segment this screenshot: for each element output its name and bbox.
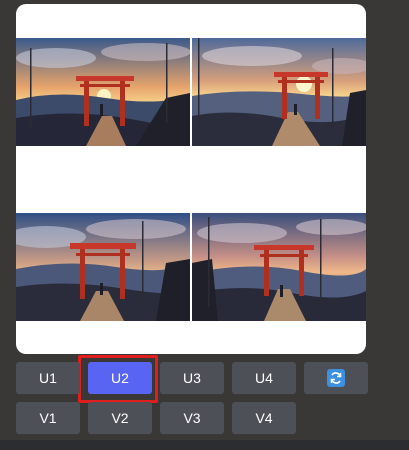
generated-image-1 [16, 38, 190, 146]
refresh-icon [327, 369, 345, 387]
variation-button-1[interactable]: V1 [16, 402, 80, 434]
reroll-button[interactable] [304, 362, 368, 394]
variation-button-3[interactable]: V3 [160, 402, 224, 434]
upscale-button-3[interactable]: U3 [160, 362, 224, 394]
upscale-button-4[interactable]: U4 [232, 362, 296, 394]
upscale-button-1[interactable]: U1 [16, 362, 80, 394]
variation-button-4[interactable]: V4 [232, 402, 296, 434]
generated-image-3 [16, 213, 190, 321]
generated-image-4 [192, 213, 366, 321]
image-grid [16, 4, 366, 354]
generated-image-2 [192, 38, 366, 146]
variation-button-2[interactable]: V2 [88, 402, 152, 434]
upscale-button-2[interactable]: U2 [88, 362, 152, 394]
bottom-bar [0, 440, 409, 450]
